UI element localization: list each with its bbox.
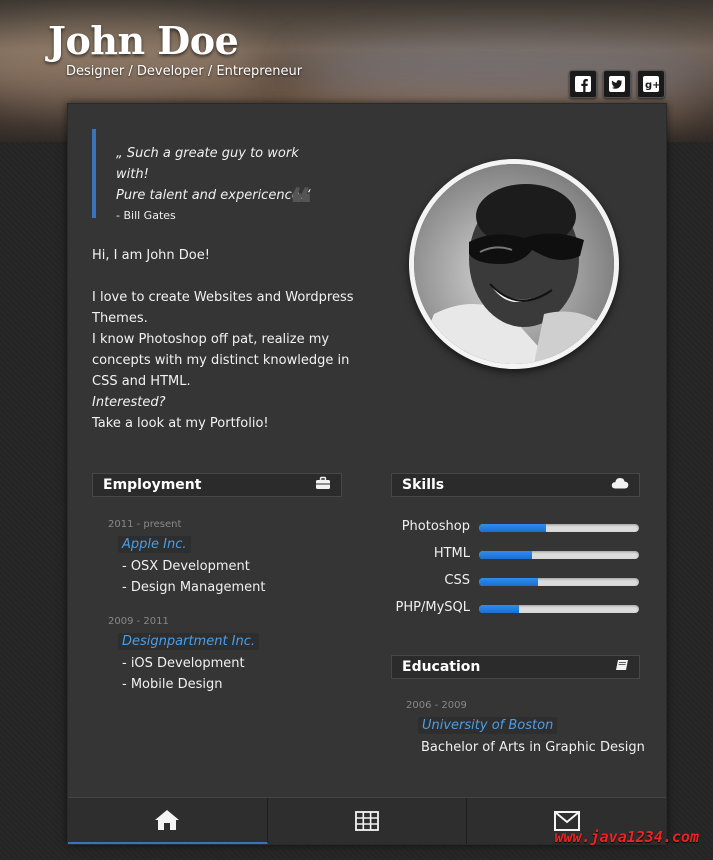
resume-card: „ Such a greate guy to work with! Pure t… [67, 103, 667, 845]
employer-name: Apple Inc. [118, 536, 191, 553]
intro-paragraph: Take a look at my Portfolio! [92, 416, 269, 431]
skill-label: CSS [444, 573, 470, 588]
employment-role: - Mobile Design [122, 677, 223, 692]
page-title: John Doe [48, 18, 239, 63]
skills-title: Skills [402, 477, 445, 493]
intro-paragraph: I know Photoshop off pat, realize my con… [92, 332, 350, 389]
twitter-icon[interactable] [603, 70, 631, 98]
employment-role: - OSX Development [122, 559, 250, 574]
tab-home[interactable] [68, 798, 268, 844]
skill-bar-fill [479, 551, 532, 559]
grid-icon [355, 811, 379, 831]
skill-label: PHP/MySQL [395, 600, 470, 615]
skill-bar [479, 551, 639, 559]
skill-bar [479, 524, 639, 532]
quote-line-1: „ Such a greate guy to work with! [116, 146, 299, 182]
intro-greeting: Hi, I am John Doe! [92, 248, 210, 263]
education-date: 2006 - 2009 [406, 700, 467, 711]
intro-paragraph: I love to create Websites and Wordpress … [92, 290, 354, 326]
employment-role: - Design Management [122, 580, 266, 595]
skill-bar [479, 605, 639, 613]
watermark: www.java1234.com [554, 828, 700, 846]
skill-bar-fill [479, 524, 547, 532]
profile-photo [409, 159, 619, 369]
cloud-icon [611, 477, 629, 493]
degree: Bachelor of Arts in Graphic Design [421, 740, 645, 755]
tagline: Designer / Developer / Entrepreneur [66, 64, 303, 79]
intro-text: Hi, I am John Doe! I love to create Webs… [92, 245, 362, 434]
intro-paragraph: Interested? [92, 395, 166, 410]
employment-header: Employment [92, 473, 342, 497]
skill-bar-fill [479, 578, 539, 586]
skills-header: Skills [391, 473, 640, 497]
skill-label: HTML [433, 546, 470, 561]
social-links: g+ [569, 70, 665, 98]
svg-text:g+: g+ [645, 80, 659, 91]
school-name: University of Boston [418, 717, 558, 734]
employment-role: - iOS Development [122, 656, 245, 671]
home-icon [155, 810, 180, 830]
quote-mark-icon: ❝ [290, 180, 312, 227]
briefcase-icon [315, 476, 331, 494]
tab-portfolio[interactable] [268, 798, 468, 844]
education-title: Education [402, 659, 481, 675]
facebook-icon[interactable] [569, 70, 597, 98]
employment-title: Employment [103, 477, 202, 493]
skill-bar-fill [479, 605, 519, 613]
employment-date: 2009 - 2011 [108, 616, 169, 627]
skill-bar [479, 578, 639, 586]
education-header: Education [391, 655, 640, 679]
book-icon [615, 659, 629, 675]
employment-date: 2011 - present [108, 519, 182, 530]
skill-label: Photoshop [401, 519, 470, 534]
employer-name: Designpartment Inc. [118, 633, 260, 650]
google-plus-icon[interactable]: g+ [637, 70, 665, 98]
